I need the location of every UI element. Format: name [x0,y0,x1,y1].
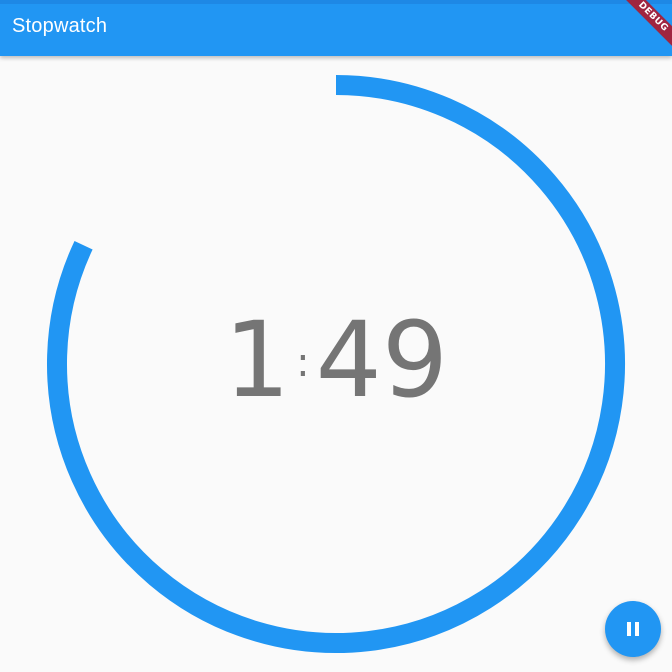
stopwatch-app: Stopwatch DEBUG 1:49 [0,0,672,672]
elapsed-time: 1:49 [0,300,672,423]
elapsed-minutes: 1 [224,299,291,421]
pause-button[interactable] [605,601,661,657]
elapsed-seconds: 49 [315,299,448,421]
time-separator: : [296,340,310,386]
pause-icon [626,622,640,636]
